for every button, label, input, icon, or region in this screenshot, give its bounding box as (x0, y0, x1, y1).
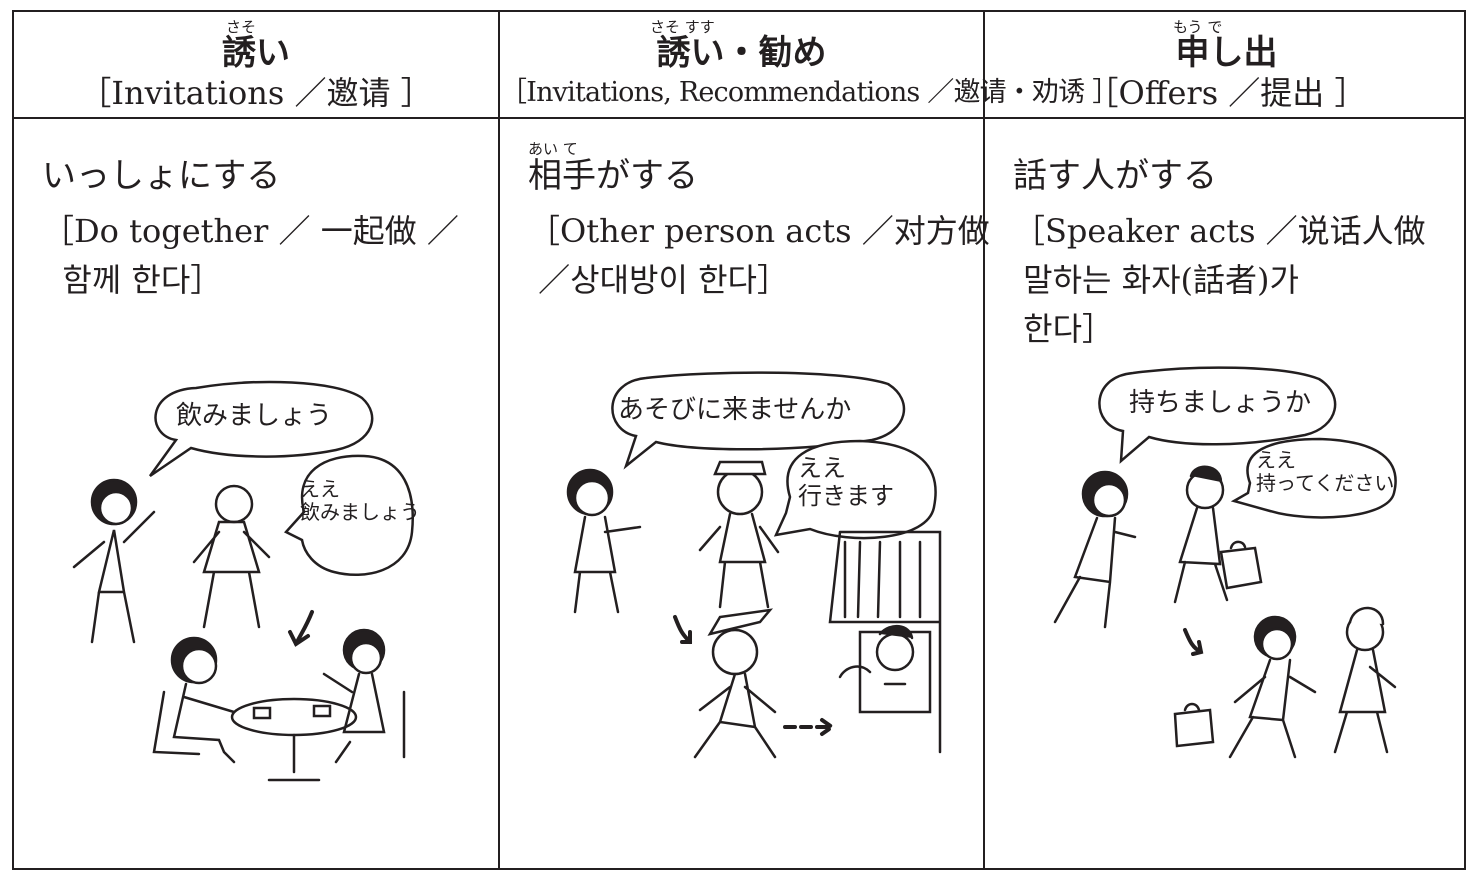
header-translation: ［Offers ／提出 ］ (1086, 74, 1367, 112)
column-header: もう で 申し出 ［Offers ／提出 ］ (985, 12, 1468, 117)
body-description: ［Do together ／ 一起做 ／ 함께 한다］ (42, 212, 459, 299)
body-description: ［Speaker acts ／说话人做 말하는 화자(話者)가 한다］ (1013, 212, 1426, 348)
column-offers: もう で 申し出 ［Offers ／提出 ］ 話す人がする ［Speaker a… (985, 12, 1468, 868)
speech-text: あそびに来ませんか (618, 395, 852, 425)
offer-illustration (1053, 465, 1397, 759)
column-header: さそ 誘い ［Invitations ／邀请 ］ (14, 12, 498, 117)
speech-text: 飲みましょう (176, 401, 333, 431)
header-translation: ［Invitations, Recommendations ／邀请・劝诱 ］ (500, 77, 1119, 108)
body-description: ［Other person acts ／对方做 ／상대방이 한다］ (528, 212, 990, 299)
cafe-illustration (72, 478, 406, 782)
body-title: 話す人がする (1013, 156, 1217, 196)
header-title: 申し出 (1175, 33, 1278, 73)
column-recommendations: さそ すす 誘い・勧め ［Invitations, Recommendation… (500, 12, 1119, 868)
column-header: さそ すす 誘い・勧め ［Invitations, Recommendation… (500, 12, 1119, 117)
header-translation: ［Invitations ／邀请 ］ (79, 74, 433, 112)
visit-illustration (566, 460, 942, 759)
body-title: いっしょにする (42, 156, 281, 196)
column-invitations: さそ 誘い ［Invitations ／邀请 ］ いっしょにする ［Do tog… (14, 12, 498, 868)
speech-text: 持ちましょうか (1129, 388, 1312, 418)
header-title: 誘い・勧め (656, 33, 827, 73)
comparison-table: さそ 誘い ［Invitations ／邀请 ］ いっしょにする ［Do tog… (12, 10, 1466, 870)
body-title: 相手がする (528, 156, 698, 196)
header-title: 誘い (222, 33, 290, 73)
